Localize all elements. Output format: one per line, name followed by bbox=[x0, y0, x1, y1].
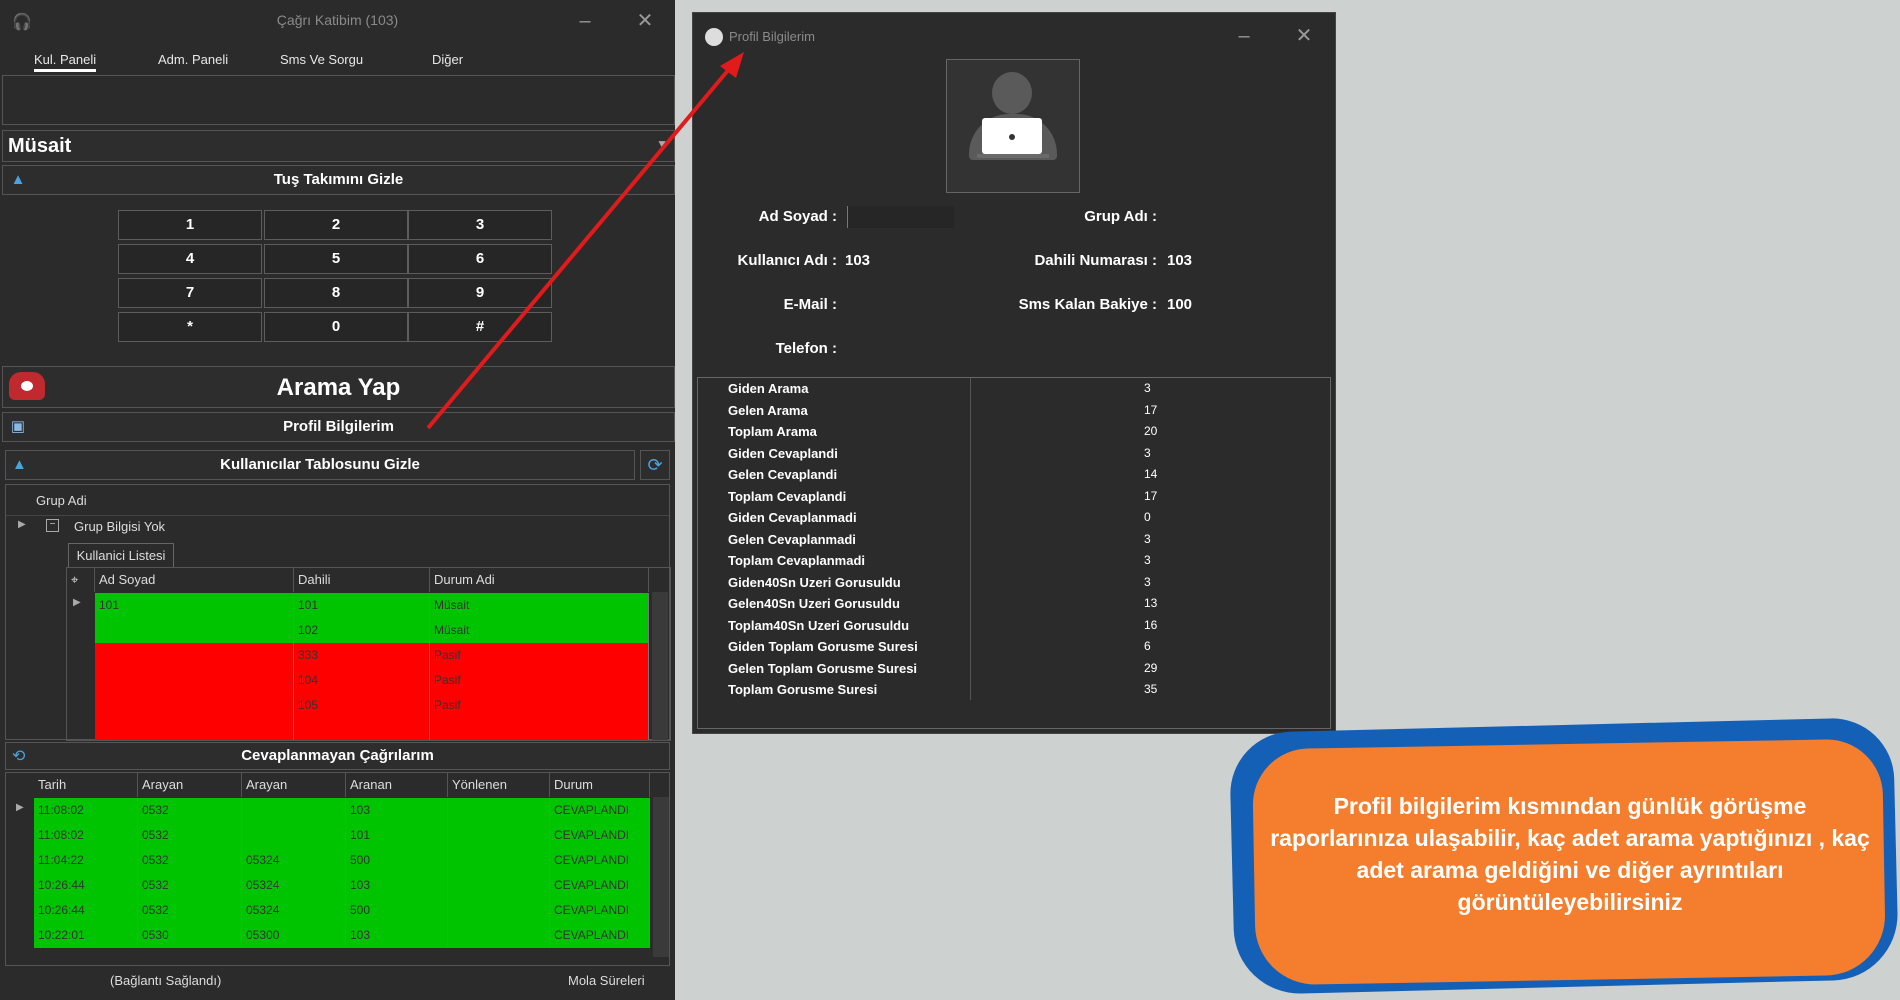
callout-text: Profil bilgilerim kısmından günlük görüş… bbox=[1270, 793, 1870, 915]
arrow-line bbox=[426, 66, 732, 430]
